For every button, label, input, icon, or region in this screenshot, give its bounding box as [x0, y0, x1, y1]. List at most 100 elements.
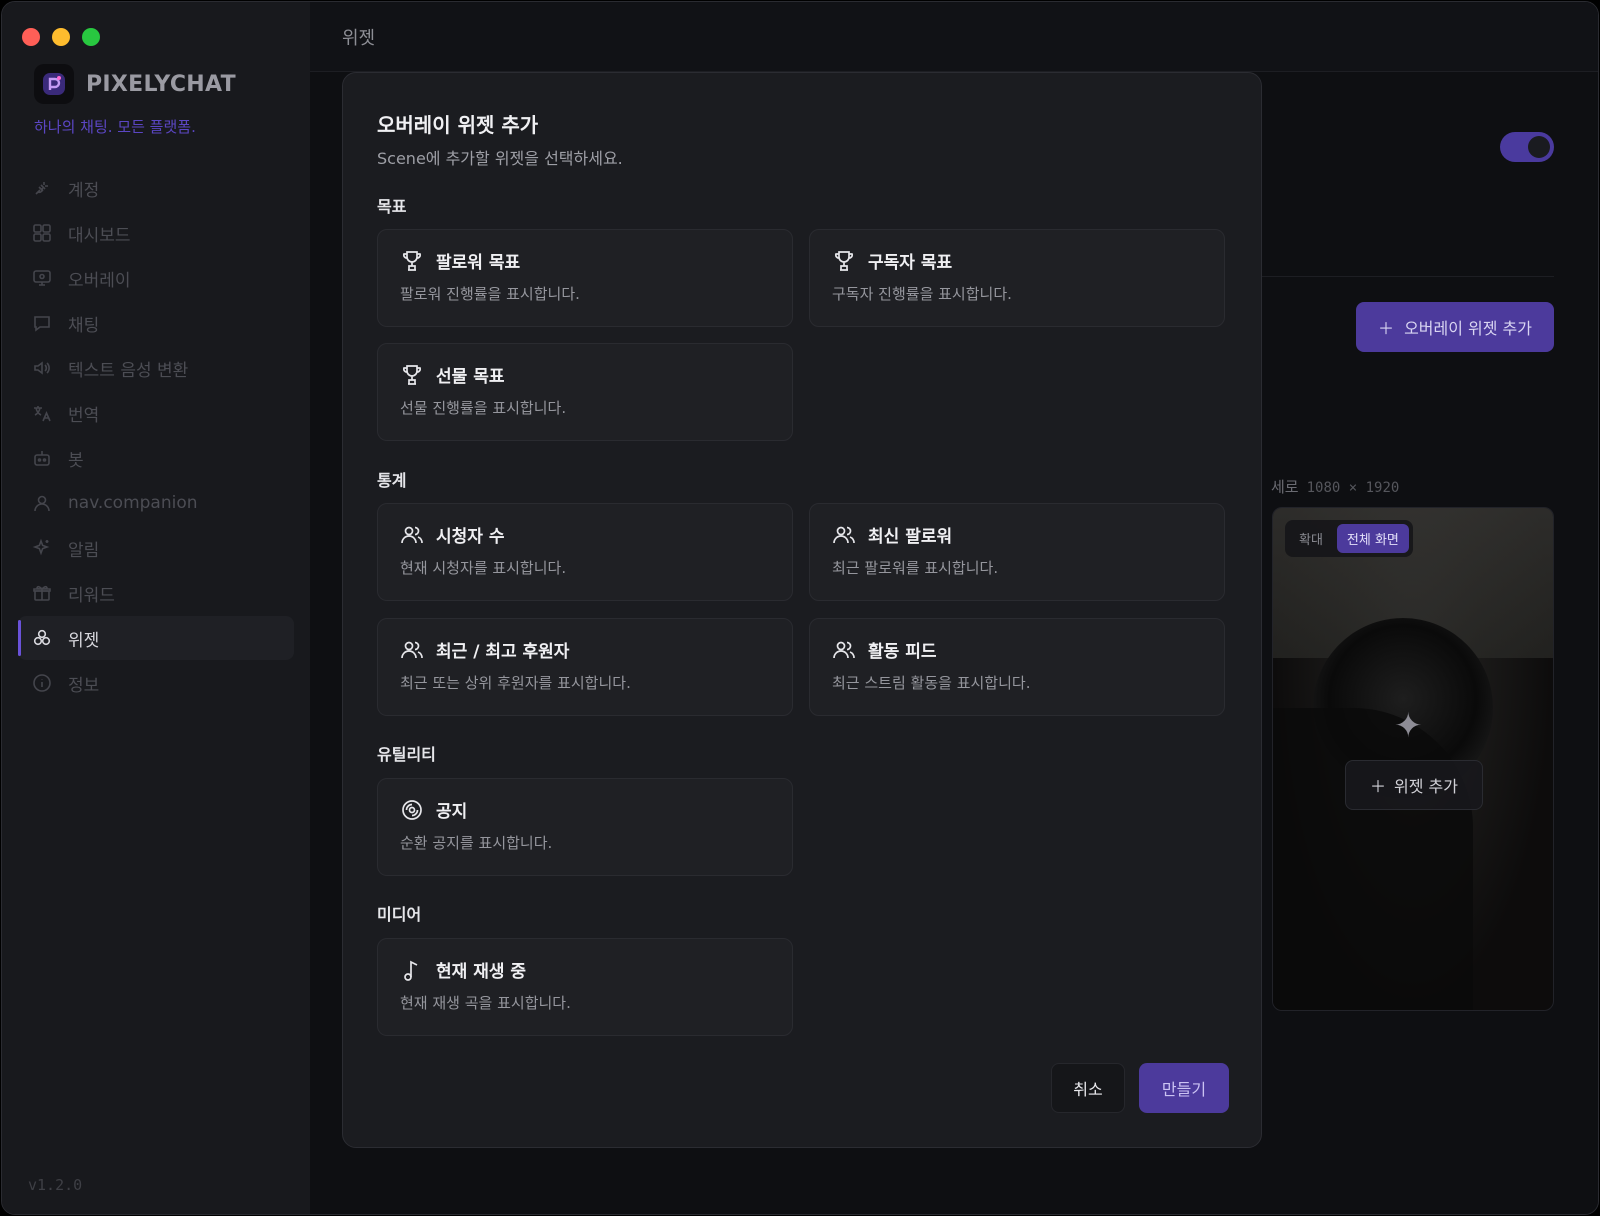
widget-card-title: 최신 팔로워	[868, 527, 953, 547]
preview-mode-segment: 확대 전체 화면	[1285, 520, 1413, 557]
preview-size: 1080 × 1920	[1306, 480, 1400, 496]
widget-card-description: 현재 재생 곡을 표시합니다.	[400, 994, 571, 1012]
translate-icon	[34, 406, 51, 422]
disc-icon	[402, 799, 422, 820]
sidebar-item-rewards[interactable]: 리워드	[18, 571, 294, 615]
dialog-title: 오버레이 위젯 추가	[377, 113, 539, 137]
widget-card-follower-goal[interactable]: 팔로워 목표 팔로워 진행률을 표시합니다.	[377, 229, 793, 327]
sidebar-item-label: 오버레이	[68, 270, 131, 291]
widget-card-gift-goal[interactable]: 선물 목표 선물 진행률을 표시합니다.	[377, 343, 793, 441]
divider	[1258, 276, 1554, 277]
dialog-subtitle: Scene에 추가할 위젯을 선택하세요.	[377, 149, 623, 168]
sidebar-item-label: 번역	[68, 405, 100, 426]
widget-card-description: 구독자 진행률을 표시합니다.	[832, 285, 1012, 303]
sidebar-item-label: 대시보드	[68, 225, 131, 246]
widget-card-title: 현재 재생 중	[436, 962, 527, 982]
sidebar-item-label: nav.companion	[68, 493, 198, 513]
sidebar-item-alerts[interactable]: 알림	[18, 526, 294, 570]
user-icon	[34, 495, 50, 512]
users-icon	[833, 526, 855, 543]
add-overlay-widget-label: 오버레이 위젯 추가	[1404, 319, 1532, 338]
chat-icon	[34, 316, 50, 332]
widget-card-announcement[interactable]: 공지 순환 공지를 표시합니다.	[377, 778, 793, 876]
sidebar-item-account[interactable]: 계정	[18, 166, 294, 210]
bot-icon	[34, 451, 50, 466]
sidebar-item-tts[interactable]: 텍스트 음성 변환	[18, 346, 294, 390]
widget-card-title: 선물 목표	[436, 367, 505, 387]
cancel-button[interactable]: 취소	[1051, 1063, 1125, 1113]
widget-card-description: 팔로워 진행률을 표시합니다.	[400, 285, 580, 303]
overlay-enabled-toggle[interactable]	[1500, 132, 1554, 162]
add-widget-button[interactable]: ＋ 위젯 추가	[1345, 760, 1483, 810]
widget-card-viewer-count[interactable]: 시청자 수 현재 시청자를 표시합니다.	[377, 503, 793, 601]
widget-card-top-supporter[interactable]: 최근 / 최고 후원자 최근 또는 상위 후원자를 표시합니다.	[377, 618, 793, 716]
preview-foreground-image	[1273, 708, 1473, 1010]
sidebar-item-companion[interactable]: nav.companion	[18, 481, 294, 525]
sidebar-item-dashboard[interactable]: 대시보드	[18, 211, 294, 255]
widget-card-description: 순환 공지를 표시합니다.	[400, 834, 553, 852]
sidebar-item-overlay[interactable]: 오버레이	[18, 256, 294, 300]
add-widget-label: 위젯 추가	[1394, 777, 1458, 796]
create-button[interactable]: 만들기	[1139, 1063, 1229, 1113]
sidebar-item-label: 계정	[68, 180, 100, 201]
app-version: v1.2.0	[28, 1176, 83, 1194]
app-name: PIXELYCHAT	[86, 71, 236, 97]
close-window-button[interactable]	[22, 28, 40, 46]
widget-card-title: 시청자 수	[436, 527, 505, 547]
minimize-window-button[interactable]	[52, 28, 70, 46]
plug-icon	[35, 182, 48, 195]
speaker-icon	[34, 361, 50, 375]
sidebar-item-translate[interactable]: 번역	[18, 391, 294, 435]
widget-card-activity-feed[interactable]: 활동 피드 최근 스트림 활동을 표시합니다.	[809, 618, 1225, 716]
widget-card-description: 최근 또는 상위 후원자를 표시합니다.	[400, 674, 631, 692]
trophy-icon	[402, 364, 422, 385]
users-icon	[833, 641, 855, 658]
app-window: PIXELYCHAT 하나의 채팅. 모든 플랫폼. 계정 대시보드 오버레이 …	[1, 1, 1599, 1215]
widget-card-description: 현재 시청자를 표시합니다.	[400, 559, 567, 577]
section-utility: 유틸리티	[377, 745, 436, 764]
widget-card-title: 최근 / 최고 후원자	[436, 642, 570, 662]
plus-icon: ＋	[1370, 777, 1387, 796]
widget-card-subscriber-goal[interactable]: 구독자 목표 구독자 진행률을 표시합니다.	[809, 229, 1225, 327]
sidebar-item-label: 정보	[68, 675, 100, 696]
grid-icon	[33, 224, 51, 242]
overlay-preview: 확대 전체 화면 ✦ ＋ 위젯 추가	[1272, 507, 1554, 1011]
section-stats: 통계	[377, 471, 407, 490]
sidebar-item-bot[interactable]: 봇	[18, 436, 294, 480]
widget-card-now-playing[interactable]: 현재 재생 중 현재 재생 곡을 표시합니다.	[377, 938, 793, 1036]
trophy-icon	[834, 250, 854, 271]
users-icon	[401, 641, 423, 658]
sidebar: PIXELYCHAT 하나의 채팅. 모든 플랫폼. 계정 대시보드 오버레이 …	[2, 2, 310, 1214]
widget-card-title: 공지	[436, 802, 468, 822]
add-overlay-widget-button[interactable]: ＋ 오버레이 위젯 추가	[1356, 302, 1554, 352]
section-media: 미디어	[377, 905, 422, 924]
sidebar-item-chat[interactable]: 채팅	[18, 301, 294, 345]
sidebar-item-label: 리워드	[68, 585, 115, 606]
app-logo-icon	[34, 64, 74, 104]
sidebar-item-label: 봇	[68, 450, 84, 471]
users-icon	[401, 526, 423, 543]
preview-label: 세로 1080 × 1920	[1271, 476, 1399, 497]
section-goals: 목표	[377, 197, 407, 216]
sparkle-icon	[32, 538, 50, 556]
gift-icon	[33, 585, 51, 601]
plus-icon: ＋	[1378, 319, 1395, 338]
topbar: 위젯	[310, 2, 1598, 72]
widget-card-title: 팔로워 목표	[436, 253, 521, 273]
maximize-window-button[interactable]	[82, 28, 100, 46]
widget-card-latest-follower[interactable]: 최신 팔로워 최근 팔로워를 표시합니다.	[809, 503, 1225, 601]
app-tagline: 하나의 채팅. 모든 플랫폼.	[34, 118, 196, 136]
window-controls	[22, 28, 100, 46]
segment-fullscreen[interactable]: 전체 화면	[1336, 524, 1409, 553]
sidebar-item-widgets[interactable]: 위젯	[18, 616, 294, 660]
sidebar-item-label: 채팅	[68, 315, 100, 336]
widget-card-title: 구독자 목표	[868, 253, 953, 273]
sidebar-item-label: 위젯	[68, 630, 100, 651]
brand: PIXELYCHAT	[34, 64, 236, 104]
page-title: 위젯	[342, 28, 376, 49]
sidebar-nav: 계정 대시보드 오버레이 채팅 텍스트 음성 변환 번역 봇 nav.compa…	[18, 166, 294, 706]
sidebar-item-label: 알림	[68, 540, 100, 561]
sidebar-item-info[interactable]: 정보	[18, 661, 294, 705]
widget-card-description: 선물 진행률을 표시합니다.	[400, 399, 567, 417]
segment-zoom[interactable]: 확대	[1289, 524, 1333, 553]
